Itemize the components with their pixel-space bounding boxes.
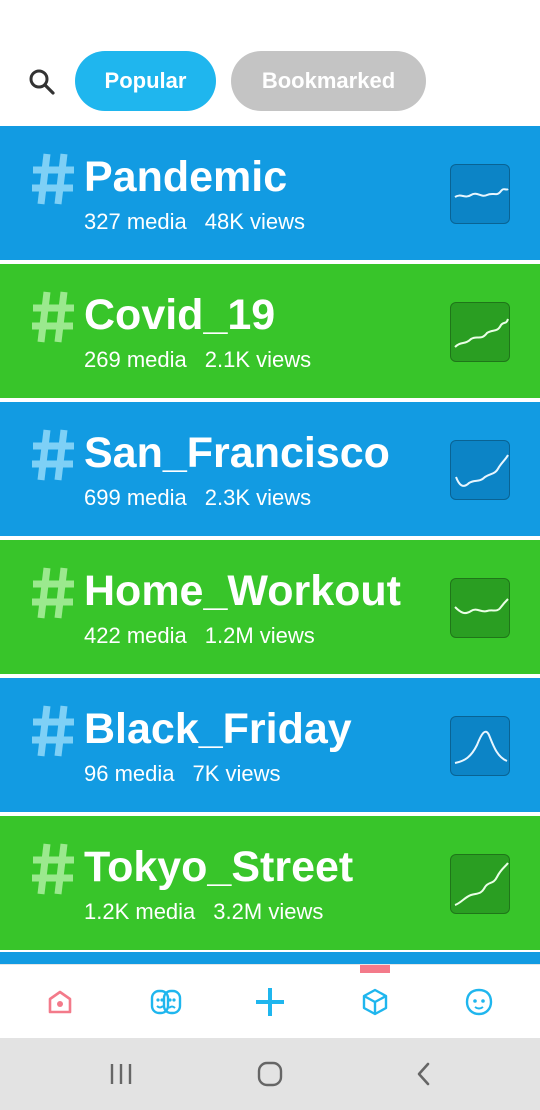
hashtag-name: Black_Friday — [84, 705, 352, 753]
hashtag-icon — [32, 429, 74, 481]
trend-chart-button[interactable] — [450, 164, 510, 224]
system-home-button[interactable] — [230, 1038, 310, 1110]
face-icon — [465, 988, 493, 1016]
back-icon — [417, 1062, 430, 1086]
hashtag-row[interactable]: Covid_19 269 media 2.1K views — [0, 264, 540, 398]
trend-chart-button[interactable] — [450, 578, 510, 638]
hashtag-icon — [32, 291, 74, 343]
hashtag-stats: 699 media 2.3K views — [84, 484, 311, 512]
hashtag-icon — [32, 843, 74, 895]
home-icon — [48, 990, 72, 1014]
trend-line-icon — [455, 454, 509, 487]
trend-chart-button[interactable] — [450, 716, 510, 776]
cube-icon — [362, 988, 388, 1016]
hashtag-icon — [32, 153, 74, 205]
recent-apps-button[interactable] — [81, 1038, 161, 1110]
hashtag-list: Pandemic 327 media 48K views Covid_19 269… — [0, 126, 540, 964]
hashtag-row[interactable]: Home_Workout 422 media 1.2M views — [0, 540, 540, 674]
search-icon — [29, 69, 55, 95]
nav-home[interactable] — [6, 965, 114, 1039]
trend-line-icon — [454, 730, 508, 764]
hashtag-name: Pandemic — [84, 153, 288, 201]
hashtag-stats: 269 media 2.1K views — [84, 346, 311, 374]
plus-icon — [256, 988, 284, 1016]
view-count: 48K views — [204, 209, 306, 234]
trend-chart-button[interactable] — [450, 440, 510, 500]
masks-icon — [150, 989, 182, 1015]
home-circle-icon — [257, 1061, 283, 1087]
nav-create[interactable] — [216, 965, 324, 1039]
hashtag-row[interactable]: San_Francisco 699 media 2.3K views — [0, 402, 540, 536]
hashtag-stats: 327 media 48K views — [84, 208, 305, 236]
media-count: 327 media — [84, 209, 187, 234]
nav-profile[interactable] — [425, 965, 533, 1039]
view-count: 2.1K views — [204, 347, 312, 372]
trend-line-icon — [454, 598, 509, 615]
nav-cube[interactable] — [321, 965, 429, 1039]
hashtag-icon — [32, 567, 74, 619]
tab-bookmarked[interactable]: Bookmarked — [231, 51, 426, 111]
hashtag-name: San_Francisco — [84, 429, 390, 477]
hashtag-row[interactable]: Tokyo_Street 1.2K media 3.2M views — [0, 816, 540, 950]
media-count: 96 media — [84, 761, 175, 786]
trend-line-icon — [454, 188, 509, 198]
view-count: 1.2M views — [204, 623, 315, 648]
recent-apps-icon — [110, 1064, 132, 1084]
hashtag-name: Tokyo_Street — [84, 843, 354, 891]
bottom-nav — [0, 964, 540, 1038]
hashtag-row[interactable]: Black_Friday 96 media 7K views — [0, 678, 540, 812]
hashtag-stats: 1.2K media 3.2M views — [84, 898, 323, 926]
next-row-peek — [0, 952, 540, 964]
system-nav-bar — [0, 1038, 540, 1110]
media-count: 1.2K media — [84, 899, 196, 924]
media-count: 269 media — [84, 347, 187, 372]
media-count: 422 media — [84, 623, 187, 648]
trend-chart-button[interactable] — [450, 854, 510, 914]
hashtag-name: Home_Workout — [84, 567, 401, 615]
view-count: 2.3K views — [204, 485, 312, 510]
hashtag-stats: 422 media 1.2M views — [84, 622, 315, 650]
hashtag-icon — [32, 705, 74, 757]
trend-line-icon — [454, 862, 509, 906]
view-count: 7K views — [192, 761, 281, 786]
filter-bar: Popular Bookmarked — [0, 0, 540, 126]
nav-masks[interactable] — [112, 965, 220, 1039]
search-button[interactable] — [26, 66, 58, 98]
view-count: 3.2M views — [213, 899, 324, 924]
tab-popular[interactable]: Popular — [75, 51, 216, 111]
trend-chart-button[interactable] — [450, 302, 510, 362]
media-count: 699 media — [84, 485, 187, 510]
hashtag-row[interactable]: Pandemic 327 media 48K views — [0, 126, 540, 260]
system-back-button[interactable] — [384, 1038, 464, 1110]
hashtag-stats: 96 media 7K views — [84, 760, 281, 788]
hashtag-name: Covid_19 — [84, 291, 276, 339]
trend-line-icon — [454, 318, 509, 348]
